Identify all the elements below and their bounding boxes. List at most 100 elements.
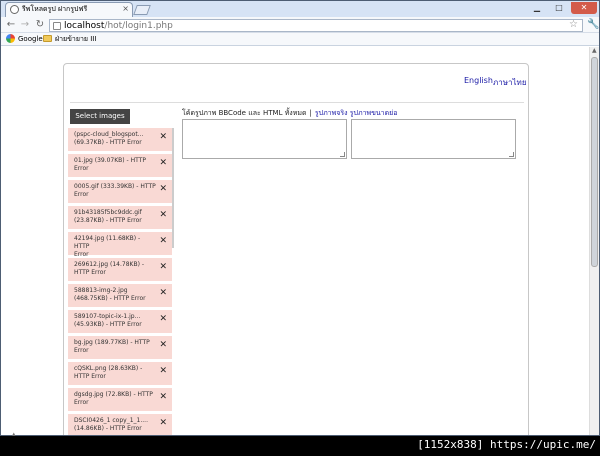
file-status: (468.75KB) - HTTP Error bbox=[74, 295, 146, 302]
remove-file-icon[interactable]: ✕ bbox=[159, 418, 167, 428]
reload-icon[interactable]: ↻ bbox=[34, 19, 46, 31]
url-path: /hot/login1.php bbox=[104, 21, 173, 31]
code-textarea-right[interactable] bbox=[351, 119, 516, 159]
lang-thai-link[interactable]: ภาษาไทย bbox=[493, 76, 527, 89]
file-status: Error bbox=[74, 399, 89, 406]
file-name: bg.jpg (189.77KB) - HTTP bbox=[74, 339, 150, 346]
file-status: Error bbox=[74, 191, 89, 198]
thumbnail-link[interactable]: รูปภาพขนาดย่อ bbox=[350, 109, 398, 117]
file-info: dgsdg.jpg (72.8KB) - HTTP Error bbox=[74, 391, 156, 407]
remove-file-icon[interactable]: ✕ bbox=[159, 314, 167, 324]
remove-file-icon[interactable]: ✕ bbox=[159, 210, 167, 220]
list-item: 269612.jpg (14.78KB) - HTTP Error ✕ bbox=[68, 258, 172, 282]
file-name: 0005.gif (333.39KB) - HTTP bbox=[74, 183, 156, 190]
file-status: (69.37KB) - HTTP Error bbox=[74, 139, 142, 146]
close-tab-icon[interactable]: × bbox=[122, 4, 129, 14]
list-item: 01.jpg (39.07KB) - HTTP Error ✕ bbox=[68, 154, 172, 178]
address-bar[interactable]: localhost/hot/login1.php ☆ bbox=[49, 19, 583, 32]
full-image-link[interactable]: รูปภาพจริง bbox=[315, 109, 348, 117]
back-icon[interactable]: ← bbox=[5, 19, 17, 31]
file-status: (14.86KB) - HTTP Error bbox=[74, 425, 142, 432]
footer-watermark: [1152x838] https://upic.me/ bbox=[0, 436, 600, 456]
divider bbox=[70, 102, 524, 103]
close-window-icon[interactable]: ✕ bbox=[571, 2, 597, 14]
file-info: DSCI0426_1 copy_1_1.... (14.86KB) - HTTP … bbox=[74, 417, 156, 433]
file-info: 589107-topic-ix-1.jp... (45.93KB) - HTTP … bbox=[74, 313, 156, 329]
code-label-text: โค้ดรูปภาพ BBCode และ HTML ทั้งหมด bbox=[182, 109, 307, 117]
file-info: (pspc-cloud_blogspot... (69.37KB) - HTTP … bbox=[74, 131, 156, 147]
folder-icon bbox=[43, 35, 52, 42]
remove-file-icon[interactable]: ✕ bbox=[159, 392, 167, 402]
new-tab-button[interactable] bbox=[133, 5, 151, 15]
file-list-scrollbar[interactable] bbox=[172, 128, 174, 248]
scroll-thumb[interactable] bbox=[591, 57, 598, 267]
file-info: 588813-img-2.jpg (468.75KB) - HTTP Error bbox=[74, 287, 156, 303]
file-info: cQSKL.png (28.63KB) - HTTP Error bbox=[74, 365, 156, 381]
remove-file-icon[interactable]: ✕ bbox=[159, 366, 167, 376]
file-name: dgsdg.jpg (72.8KB) - HTTP bbox=[74, 391, 153, 398]
scroll-up-icon[interactable]: ▲ bbox=[592, 47, 597, 54]
code-label: โค้ดรูปภาพ BBCode และ HTML ทั้งหมด | รูปภา… bbox=[182, 108, 397, 119]
minimize-icon[interactable]: ▁ bbox=[527, 2, 547, 14]
upload-panel: English ภาษาไทย Select images (pspc-clou… bbox=[63, 63, 529, 435]
file-status: Error bbox=[74, 165, 89, 172]
url-text: localhost/hot/login1.php bbox=[64, 20, 173, 32]
remove-file-icon[interactable]: ✕ bbox=[159, 132, 167, 142]
file-name: 589107-topic-ix-1.jp... bbox=[74, 313, 141, 320]
list-item: cQSKL.png (28.63KB) - HTTP Error ✕ bbox=[68, 362, 172, 386]
list-item: 589107-topic-ix-1.jp... (45.93KB) - HTTP … bbox=[68, 310, 172, 334]
file-name: cQSKL.png (28.63KB) - bbox=[74, 365, 143, 372]
footer-text: [1152x838] https://upic.me/ bbox=[417, 438, 596, 451]
file-name: 91b43185f5bc9ddc.gif bbox=[74, 209, 142, 216]
remove-file-icon[interactable]: ✕ bbox=[159, 236, 167, 246]
list-item: dgsdg.jpg (72.8KB) - HTTP Error ✕ bbox=[68, 388, 172, 412]
list-item: bg.jpg (189.77KB) - HTTP Error ✕ bbox=[68, 336, 172, 360]
page-scrollbar[interactable]: ▲ bbox=[589, 47, 599, 435]
file-name: 42194.jpg (11.68KB) - HTTP bbox=[74, 235, 141, 250]
file-status: Error bbox=[74, 251, 89, 258]
file-info: 01.jpg (39.07KB) - HTTP Error bbox=[74, 157, 156, 173]
list-item: DSCI0426_1 copy_1_1.... (14.86KB) - HTTP … bbox=[68, 414, 172, 435]
lang-english-link[interactable]: English bbox=[464, 76, 493, 85]
wrench-icon[interactable]: 🔧 bbox=[587, 19, 599, 30]
remove-file-icon[interactable]: ✕ bbox=[159, 158, 167, 168]
file-info: bg.jpg (189.77KB) - HTTP Error bbox=[74, 339, 156, 355]
list-item: 588813-img-2.jpg (468.75KB) - HTTP Error … bbox=[68, 284, 172, 308]
list-item: 0005.gif (333.39KB) - HTTP Error ✕ bbox=[68, 180, 172, 204]
file-status: (45.93KB) - HTTP Error bbox=[74, 321, 142, 328]
resize-grip-icon[interactable] bbox=[509, 152, 514, 157]
google-icon bbox=[6, 34, 15, 43]
remove-file-icon[interactable]: ✕ bbox=[159, 184, 167, 194]
file-info: 269612.jpg (14.78KB) - HTTP Error bbox=[74, 261, 156, 277]
remove-file-icon[interactable]: ✕ bbox=[159, 262, 167, 272]
separator: | bbox=[309, 109, 312, 117]
remove-file-icon[interactable]: ✕ bbox=[159, 288, 167, 298]
file-name: DSCI0426_1 copy_1_1.... bbox=[74, 417, 148, 424]
file-name: (pspc-cloud_blogspot... bbox=[74, 131, 144, 138]
browser-toolbar: ← → ↻ localhost/hot/login1.php ☆ 🔧 bbox=[1, 17, 599, 33]
browser-tab[interactable]: รีพโหลดรูป ฝากรูปฟรี × bbox=[5, 2, 133, 17]
file-status: (23.87KB) - HTTP Error bbox=[74, 217, 142, 224]
page-icon bbox=[10, 5, 19, 14]
code-textarea-left[interactable] bbox=[182, 119, 347, 159]
resize-grip-icon[interactable] bbox=[340, 152, 345, 157]
file-name: 269612.jpg (14.78KB) - bbox=[74, 261, 144, 268]
bookmark-folder[interactable]: ฝ่ายข้ายาย III bbox=[43, 34, 96, 45]
list-item: (pspc-cloud_blogspot... (69.37KB) - HTTP … bbox=[68, 128, 172, 152]
remove-file-icon[interactable]: ✕ bbox=[159, 340, 167, 350]
file-list: (pspc-cloud_blogspot... (69.37KB) - HTTP … bbox=[68, 128, 172, 435]
bookmark-google[interactable]: Google bbox=[6, 34, 43, 45]
file-info: 0005.gif (333.39KB) - HTTP Error bbox=[74, 183, 156, 199]
file-name: 588813-img-2.jpg bbox=[74, 287, 128, 294]
forward-icon[interactable]: → bbox=[19, 19, 31, 31]
tab-title: รีพโหลดรูป ฝากรูปฟรี bbox=[22, 5, 88, 13]
list-item: 42194.jpg (11.68KB) - HTTP Error ✕ bbox=[68, 232, 172, 258]
file-status: Error bbox=[74, 347, 89, 354]
maximize-icon[interactable]: □ bbox=[549, 2, 569, 14]
bookmark-star-icon[interactable]: ☆ bbox=[569, 19, 578, 30]
url-host: localhost bbox=[64, 21, 105, 31]
browser-window: รีพโหลดรูป ฝากรูปฟรี × ▁ □ ✕ ← → ↻ local… bbox=[0, 0, 600, 436]
select-images-button[interactable]: Select images bbox=[70, 109, 130, 124]
file-status: HTTP Error bbox=[74, 269, 106, 276]
file-info: 91b43185f5bc9ddc.gif (23.87KB) - HTTP Err… bbox=[74, 209, 156, 225]
